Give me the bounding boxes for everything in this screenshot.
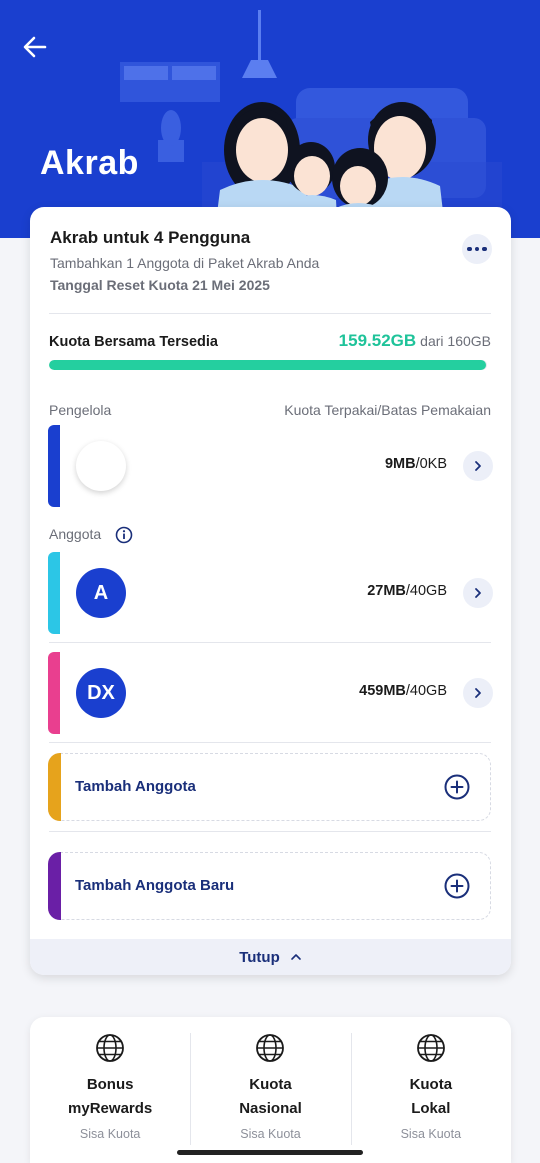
add-member-label: Tambah Anggota xyxy=(75,778,196,795)
tile-title-line: Nasional xyxy=(239,1100,302,1117)
shared-quota-label: Kuota Bersama Tersedia xyxy=(49,334,218,350)
tile-title-line: Kuota xyxy=(249,1076,292,1093)
collapse-label: Tutup xyxy=(239,948,280,966)
chevron-right-icon[interactable] xyxy=(463,578,493,608)
globe-icon xyxy=(416,1034,445,1062)
shared-quota-progress-fill xyxy=(49,360,486,370)
member-usage: 27MB/40GB xyxy=(367,583,447,599)
collapse-button[interactable]: Tutup xyxy=(30,939,511,975)
avatar: A xyxy=(76,568,126,618)
shared-quota-total: dari 160GB xyxy=(420,333,491,349)
hero-banner: Akrab xyxy=(0,0,540,238)
member-section-label: Anggota xyxy=(49,526,102,542)
home-indicator[interactable] xyxy=(177,1150,363,1155)
manager-row[interactable]: 9MB/0KB xyxy=(48,425,493,507)
member-limit: /0KB xyxy=(415,456,447,472)
add-new-member-label: Tambah Anggota Baru xyxy=(75,877,235,894)
chevron-up-icon xyxy=(290,954,301,960)
plan-name: Akrab untuk 4 Pengguna xyxy=(50,228,251,247)
add-color-bar xyxy=(47,851,61,920)
tile-title-line: Bonus xyxy=(86,1076,134,1093)
member-row[interactable]: A 27MB/40GB xyxy=(48,552,493,634)
akrab-package-card: Akrab untuk 4 Pengguna Tambahkan 1 Anggo… xyxy=(30,207,511,975)
member-used: 9MB xyxy=(384,456,416,472)
plus-circle-icon[interactable] xyxy=(444,774,470,800)
member-row[interactable]: DX 459MB/40GB xyxy=(48,652,493,734)
tile-title-line: myRewards xyxy=(68,1100,153,1117)
globe-icon xyxy=(96,1034,125,1062)
usage-limit-header: Kuota Terpakai/Batas Pemakaian xyxy=(284,402,491,418)
chevron-right-icon[interactable] xyxy=(463,451,493,481)
tile-subtitle: Sisa Kuota xyxy=(79,1127,141,1141)
avatar: DX xyxy=(76,668,126,718)
member-used: 459MB xyxy=(359,683,406,699)
member-used: 27MB xyxy=(367,583,406,599)
back-arrow-icon[interactable] xyxy=(18,30,52,64)
member-usage: 459MB/40GB xyxy=(359,683,447,699)
plus-circle-icon[interactable] xyxy=(444,873,470,899)
tile-subtitle: Sisa Kuota xyxy=(400,1127,462,1141)
member-color-bar xyxy=(48,425,60,507)
tile-title-line: Lokal xyxy=(411,1100,451,1117)
quota-reset-date: Tanggal Reset Kuota 21 Mei 2025 xyxy=(50,277,270,293)
divider xyxy=(49,313,491,314)
tile-title-line: Kuota xyxy=(409,1076,453,1093)
family-illustration xyxy=(120,10,502,238)
add-member-button[interactable]: Tambah Anggota xyxy=(47,752,491,821)
tile-kuota-nasional[interactable]: Kuota Nasional Sisa Kuota xyxy=(190,1017,350,1163)
divider xyxy=(49,831,491,832)
divider xyxy=(49,642,491,643)
page-title: Akrab xyxy=(40,144,139,182)
tile-kuota-lokal[interactable]: Kuota Lokal Sisa Kuota xyxy=(350,1017,511,1163)
tile-title: Bonus myRewards xyxy=(68,1073,152,1121)
member-color-bar xyxy=(48,652,60,734)
plan-subtitle: Tambahkan 1 Anggota di Paket Akrab Anda xyxy=(50,255,320,271)
member-limit: /40GB xyxy=(405,683,447,699)
quota-tiles: Bonus myRewards Sisa Kuota Kuota Nasiona… xyxy=(30,1017,511,1163)
add-new-member-button[interactable]: Tambah Anggota Baru xyxy=(47,851,491,920)
tile-title: Kuota Nasional xyxy=(239,1073,302,1121)
tile-title: Kuota Lokal xyxy=(410,1073,453,1121)
globe-icon xyxy=(256,1034,285,1062)
info-icon[interactable] xyxy=(115,526,133,544)
avatar xyxy=(76,441,126,491)
member-limit: /40GB xyxy=(405,583,447,599)
more-options-icon[interactable] xyxy=(462,234,492,264)
member-usage: 9MB/0KB xyxy=(385,456,447,472)
manager-section-label: Pengelola xyxy=(49,402,112,418)
add-color-bar xyxy=(47,752,61,821)
tile-bonus-myrewards[interactable]: Bonus myRewards Sisa Kuota xyxy=(30,1017,190,1163)
shared-quota-available: 159.52GB xyxy=(338,331,417,350)
member-color-bar xyxy=(48,552,60,634)
shared-quota-progress-bar xyxy=(49,360,487,370)
shared-quota-values: 159.52GB dari 160GB xyxy=(339,331,491,351)
divider xyxy=(49,742,491,743)
tile-subtitle: Sisa Kuota xyxy=(240,1127,301,1141)
chevron-right-icon[interactable] xyxy=(463,678,493,708)
